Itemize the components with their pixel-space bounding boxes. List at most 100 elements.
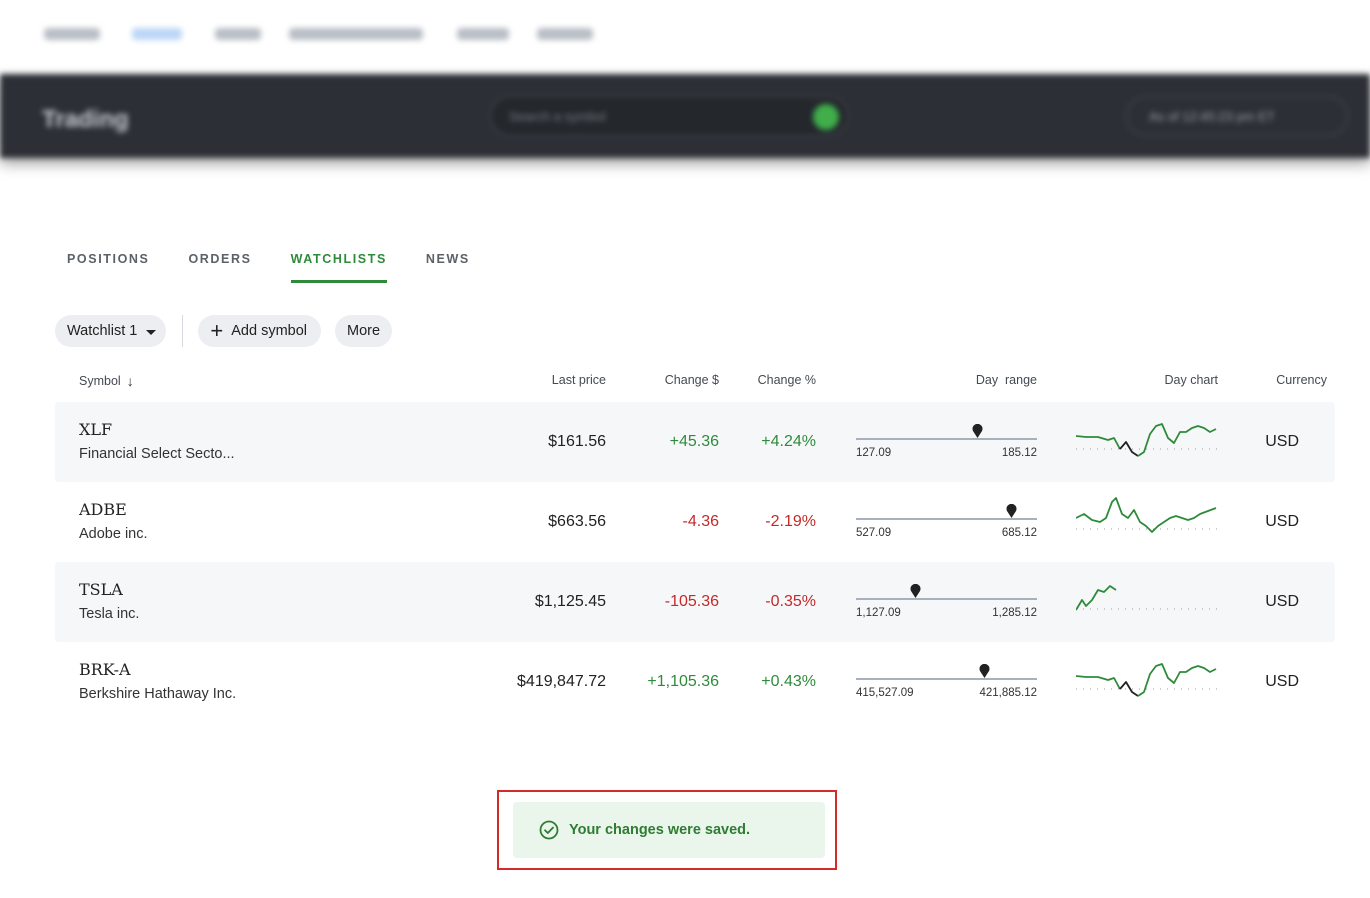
top-navigation: [0, 0, 1370, 72]
caret-down-icon: [146, 329, 157, 335]
account-selector[interactable]: As of 12:45:23 pm ET: [1126, 96, 1348, 136]
sparkline-series: [1137, 423, 1217, 457]
row-company-name: Tesla inc.: [79, 606, 140, 622]
day-range-marker-icon: [979, 664, 990, 678]
column-header-change-dollar[interactable]: Change $: [665, 373, 719, 387]
sparkline-series: [1076, 585, 1117, 611]
day-range-high: 685.12: [1001, 527, 1037, 539]
watchlist-dropdown-label: Watchlist 1: [67, 323, 138, 339]
account-label: As of 12:45:23 pm ET: [1149, 109, 1275, 124]
table-row[interactable]: TSLA Tesla inc. $1,125.45 -105.36 -0.35%…: [55, 562, 1335, 642]
row-company-name: Financial Select Secto...: [79, 446, 235, 462]
day-range-high: 185.12: [1001, 447, 1037, 459]
row-change-pct: -2.19%: [765, 513, 816, 530]
toast-message: Your changes were saved.: [569, 822, 751, 838]
watchlist-toolbar: Watchlist 1 + Add symbol More: [55, 315, 393, 347]
nav-item-funding[interactable]: [457, 28, 509, 40]
column-header-day-chart: Day chart: [1164, 373, 1219, 387]
table-header: Symbol ↓ Last price Change $ Change % Da…: [55, 372, 1335, 390]
plus-icon: +: [210, 318, 224, 343]
day-sparkline-chart: [1076, 423, 1219, 457]
sort-arrow-down-icon[interactable]: ↓: [127, 373, 134, 389]
row-change-dollar: -105.36: [664, 593, 719, 610]
tab-news[interactable]: NEWS: [426, 252, 470, 283]
search-placeholder: Search a symbol: [509, 109, 606, 124]
row-ticker[interactable]: BRK-A: [79, 660, 131, 679]
day-range-high: 1,285.12: [992, 607, 1037, 619]
day-range-track: [856, 678, 1037, 680]
row-last-price: $663.56: [548, 513, 606, 530]
row-change-pct: +4.24%: [761, 433, 816, 450]
row-currency: USD: [1265, 513, 1299, 530]
day-range-high: 421,885.12: [979, 687, 1037, 699]
sparkline-series: [1119, 681, 1139, 697]
row-company-name: Berkshire Hathaway Inc.: [79, 686, 237, 702]
success-toast: Your changes were saved.: [513, 802, 825, 858]
sparkline-series: [1076, 675, 1121, 690]
table-row[interactable]: ADBE Adobe inc. $663.56 -4.36 -2.19% 527…: [55, 482, 1335, 562]
row-ticker[interactable]: TSLA: [79, 580, 123, 599]
row-ticker[interactable]: ADBE: [79, 500, 127, 519]
row-currency: USD: [1265, 593, 1299, 610]
tab-orders[interactable]: ORDERS: [188, 252, 251, 283]
column-header-symbol-label: Symbol: [79, 374, 121, 388]
more-label: More: [347, 323, 381, 339]
sparkline-series: [1137, 663, 1217, 697]
day-range-marker-icon: [1006, 504, 1017, 518]
table-row[interactable]: XLF Financial Select Secto... $161.56 +4…: [55, 402, 1335, 482]
day-range-bar: 527.09 685.12: [856, 502, 1037, 542]
page-header: Trading Search a symbol As of 12:45:23 p…: [0, 74, 1370, 158]
day-range-low: 527.09: [856, 527, 892, 539]
column-header-symbol[interactable]: Symbol ↓: [79, 373, 134, 389]
day-range-track: [856, 518, 1037, 520]
day-sparkline-chart: [1076, 497, 1219, 533]
add-symbol-label: Add symbol: [231, 323, 307, 339]
day-range-bar: 127.09 185.12: [856, 422, 1037, 462]
row-company-name: Adobe inc.: [79, 526, 148, 542]
nav-item-account-management[interactable]: [289, 28, 423, 40]
nav-item-movers[interactable]: [215, 28, 261, 40]
column-header-currency: Currency: [1276, 373, 1327, 387]
day-range-low: 1,127.09: [856, 607, 901, 619]
symbol-search-input[interactable]: Search a symbol: [490, 96, 848, 136]
add-symbol-button[interactable]: + Add symbol: [198, 315, 321, 347]
column-header-change-pct[interactable]: Change %: [758, 373, 816, 387]
row-ticker[interactable]: XLF: [79, 420, 112, 439]
day-sparkline-chart: [1076, 585, 1219, 611]
nav-item-trading[interactable]: [132, 28, 182, 40]
row-change-dollar: +1,105.36: [647, 673, 719, 690]
tab-positions[interactable]: POSITIONS: [67, 252, 149, 283]
row-currency: USD: [1265, 433, 1299, 450]
day-range-marker-icon: [910, 584, 921, 598]
page-title: Trading: [42, 106, 129, 133]
tab-watchlists[interactable]: WATCHLISTS: [290, 252, 387, 283]
row-change-dollar: -4.36: [682, 513, 719, 530]
row-last-price: $161.56: [548, 433, 606, 450]
day-sparkline-chart: [1076, 663, 1219, 697]
search-icon[interactable]: [813, 104, 839, 130]
day-range-low: 127.09: [856, 447, 892, 459]
table-row[interactable]: BRK-A Berkshire Hathaway Inc. $419,847.7…: [55, 642, 1335, 722]
nav-item-requests[interactable]: [537, 28, 593, 40]
day-range-track: [856, 438, 1037, 440]
section-tabs: POSITIONS ORDERS WATCHLISTS NEWS: [67, 252, 509, 283]
day-range-bar: 415,527.09 421,885.12: [856, 662, 1037, 702]
check-circle-icon: [539, 820, 559, 840]
nav-item-summary[interactable]: [44, 28, 100, 40]
row-change-dollar: +45.36: [669, 433, 719, 450]
sparkline-series: [1076, 497, 1217, 533]
day-range-bar: 1,127.09 1,285.12: [856, 582, 1037, 622]
column-header-day-range: Day range: [975, 373, 1037, 387]
more-button[interactable]: More: [335, 315, 393, 347]
day-range-marker-icon: [972, 424, 983, 438]
row-last-price: $1,125.45: [534, 593, 606, 610]
sparkline-series: [1119, 441, 1139, 457]
watchlist-dropdown[interactable]: Watchlist 1: [55, 315, 167, 347]
row-currency: USD: [1265, 673, 1299, 690]
day-range-track: [856, 598, 1037, 600]
row-change-pct: -0.35%: [765, 593, 816, 610]
row-change-pct: +0.43%: [761, 673, 816, 690]
column-header-last-price[interactable]: Last price: [552, 373, 606, 387]
sparkline-series: [1076, 435, 1121, 450]
day-range-low: 415,527.09: [856, 687, 914, 699]
